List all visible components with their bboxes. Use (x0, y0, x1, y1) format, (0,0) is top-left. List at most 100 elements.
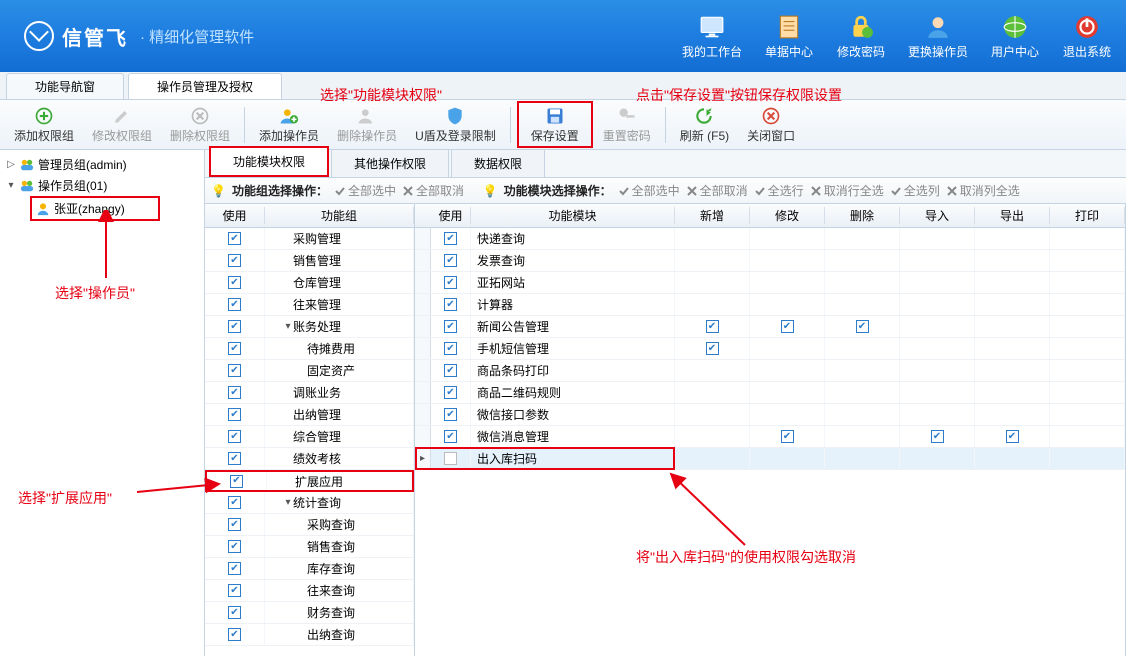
tb-save[interactable]: 保存设置 (517, 101, 593, 148)
cell-perm[interactable] (750, 426, 825, 447)
function-group-row[interactable]: 采购查询 (205, 514, 414, 536)
cell-use[interactable] (205, 558, 265, 579)
col-use[interactable]: 使用 (431, 207, 471, 224)
op-mod-select-all[interactable]: 全部选中 (618, 182, 680, 199)
cell-use[interactable] (431, 426, 471, 447)
expander-icon[interactable]: ▾ (283, 321, 293, 332)
cell-use[interactable] (207, 472, 267, 490)
checkbox[interactable] (228, 364, 241, 377)
checkbox[interactable] (230, 475, 243, 488)
cell-use[interactable] (205, 624, 265, 645)
function-group-row[interactable]: 往来管理 (205, 294, 414, 316)
cell-use[interactable] (205, 602, 265, 623)
tb-add-group[interactable]: 添加权限组 (6, 103, 82, 146)
cell-use[interactable] (431, 316, 471, 337)
cell-use[interactable] (205, 536, 265, 557)
checkbox[interactable] (228, 254, 241, 267)
checkbox[interactable] (444, 276, 457, 289)
checkbox[interactable] (931, 430, 944, 443)
checkbox[interactable] (781, 430, 794, 443)
checkbox[interactable] (228, 452, 241, 465)
cell-perm[interactable] (900, 426, 975, 447)
header-btn-chpwd[interactable]: 修改密码 (836, 13, 886, 60)
cell-use[interactable] (205, 360, 265, 381)
cell-perm[interactable] (675, 316, 750, 337)
header-btn-workbench[interactable]: 我的工作台 (682, 13, 742, 60)
checkbox[interactable] (228, 298, 241, 311)
cell-use[interactable] (431, 360, 471, 381)
function-group-row[interactable]: 固定资产 (205, 360, 414, 382)
module-row[interactable]: 计算器 (415, 294, 1125, 316)
checkbox[interactable] (228, 320, 241, 333)
module-row[interactable]: 手机短信管理 (415, 338, 1125, 360)
checkbox[interactable] (228, 232, 241, 245)
tree-admin-group[interactable]: ▷ 管理员组(admin) (2, 154, 202, 175)
cell-use[interactable] (205, 338, 265, 359)
checkbox[interactable] (228, 518, 241, 531)
checkbox[interactable] (1006, 430, 1019, 443)
tb-del-group[interactable]: 删除权限组 (162, 103, 238, 146)
col-edit[interactable]: 修改 (750, 207, 825, 224)
cell-use[interactable] (431, 294, 471, 315)
checkbox[interactable] (228, 496, 241, 509)
tb-edit-group[interactable]: 修改权限组 (84, 103, 160, 146)
op-mod-deselect-all[interactable]: 全部取消 (686, 182, 748, 199)
col-del[interactable]: 删除 (825, 207, 900, 224)
checkbox[interactable] (228, 408, 241, 421)
cell-use[interactable] (205, 492, 265, 513)
cell-use[interactable] (205, 250, 265, 271)
col-print[interactable]: 打印 (1050, 207, 1125, 224)
col-name[interactable]: 功能组 (265, 207, 414, 224)
checkbox[interactable] (444, 386, 457, 399)
cell-use[interactable] (431, 272, 471, 293)
checkbox[interactable] (444, 254, 457, 267)
function-group-row[interactable]: ▾账务处理 (205, 316, 414, 338)
cell-perm[interactable] (675, 338, 750, 359)
function-group-row[interactable]: 销售查询 (205, 536, 414, 558)
expander-icon[interactable]: ▾ (6, 180, 16, 191)
cell-use[interactable] (431, 228, 471, 249)
function-group-row[interactable]: 往来查询 (205, 580, 414, 602)
op-group-deselect-all[interactable]: 全部取消 (402, 182, 464, 199)
header-btn-switchop[interactable]: 更换操作员 (908, 13, 968, 60)
cell-use[interactable] (431, 404, 471, 425)
checkbox[interactable] (228, 342, 241, 355)
op-group-select-all[interactable]: 全部选中 (334, 182, 396, 199)
tb-u-login[interactable]: U盾及登录限制 (407, 103, 504, 146)
cell-use[interactable] (205, 514, 265, 535)
subtab-data-perm[interactable]: 数据权限 (451, 149, 545, 177)
col-add[interactable]: 新增 (675, 207, 750, 224)
header-btn-usercenter[interactable]: 用户中心 (990, 13, 1040, 60)
checkbox[interactable] (856, 320, 869, 333)
col-import[interactable]: 导入 (900, 207, 975, 224)
col-export[interactable]: 导出 (975, 207, 1050, 224)
module-row[interactable]: 微信消息管理 (415, 426, 1125, 448)
tree-op-group[interactable]: ▾ 操作员组(01) (2, 175, 202, 196)
module-row[interactable]: 商品二维码规则 (415, 382, 1125, 404)
function-group-row[interactable]: 库存查询 (205, 558, 414, 580)
header-btn-exit[interactable]: 退出系统 (1062, 13, 1112, 60)
checkbox[interactable] (228, 584, 241, 597)
cell-use[interactable] (205, 272, 265, 293)
checkbox[interactable] (444, 452, 457, 465)
cell-perm[interactable] (750, 316, 825, 337)
header-btn-tickets[interactable]: 单据中心 (764, 13, 814, 60)
tb-reset-pwd[interactable]: 重置密码 (595, 103, 659, 146)
expander-icon[interactable]: ▷ (6, 159, 16, 170)
checkbox[interactable] (444, 364, 457, 377)
checkbox[interactable] (781, 320, 794, 333)
checkbox[interactable] (228, 430, 241, 443)
function-group-row[interactable]: 扩展应用 (205, 470, 414, 492)
module-row[interactable]: 发票查询 (415, 250, 1125, 272)
cell-use[interactable] (431, 338, 471, 359)
function-group-row[interactable]: 财务查询 (205, 602, 414, 624)
checkbox[interactable] (444, 342, 457, 355)
function-group-row[interactable]: 仓库管理 (205, 272, 414, 294)
subtab-other-perm[interactable]: 其他操作权限 (331, 149, 449, 177)
checkbox[interactable] (228, 606, 241, 619)
tb-del-operator[interactable]: 删除操作员 (329, 103, 405, 146)
cell-use[interactable] (205, 382, 265, 403)
cell-use[interactable] (205, 448, 265, 469)
module-row[interactable]: 快递查询 (415, 228, 1125, 250)
module-row[interactable]: 微信接口参数 (415, 404, 1125, 426)
